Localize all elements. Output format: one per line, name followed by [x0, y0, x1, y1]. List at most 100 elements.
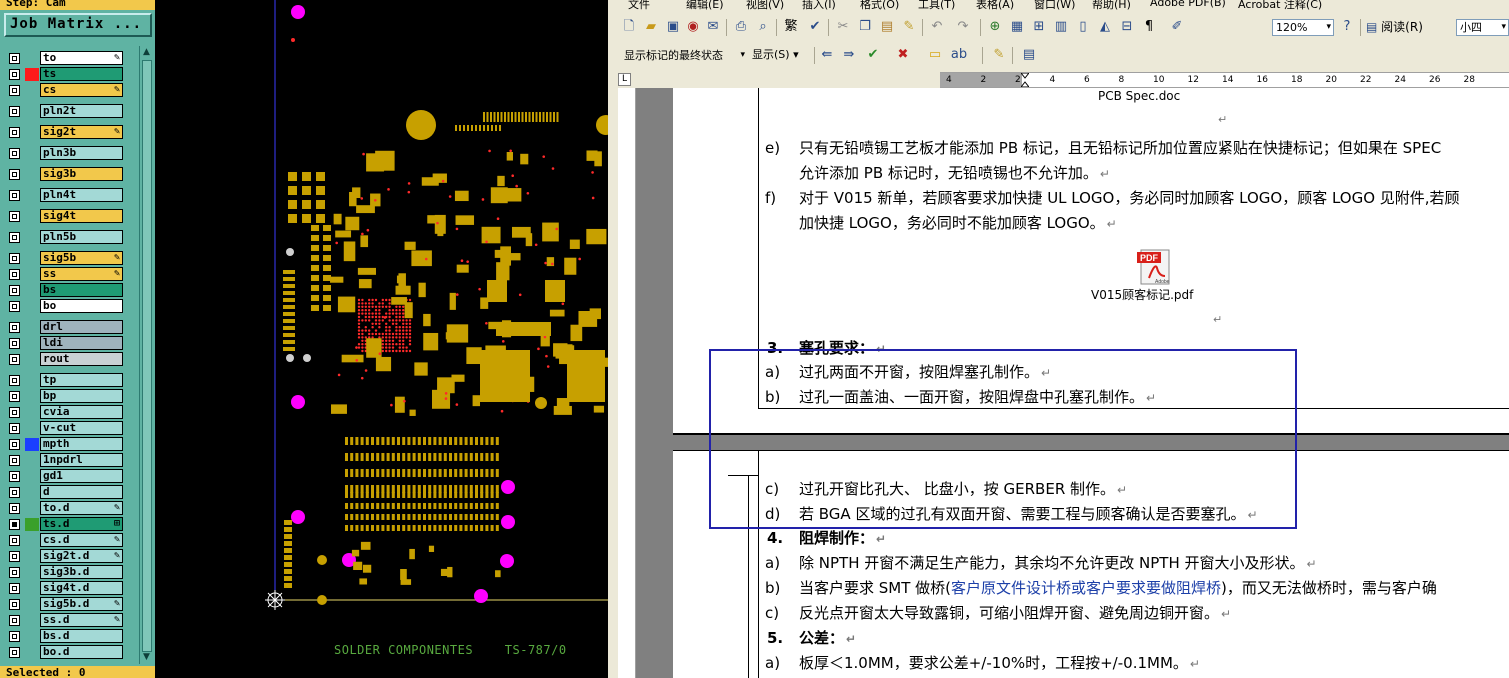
layer-row[interactable]: sig4t.d — [5, 581, 136, 596]
layer-color-swatch[interactable] — [25, 337, 39, 350]
layer-toggle-checkbox[interactable] — [9, 338, 20, 349]
menu-item[interactable]: 工具(T) — [918, 0, 955, 10]
layer-name[interactable]: gd1 — [40, 469, 123, 483]
layer-row[interactable]: cvia — [5, 405, 136, 420]
menu-item[interactable]: 格式(O) — [860, 0, 899, 10]
track-changes-icon[interactable]: ✎ — [990, 46, 1008, 64]
new-document-icon[interactable]: 🗋 — [620, 18, 638, 36]
layer-color-swatch[interactable] — [25, 105, 39, 118]
layer-color-swatch[interactable] — [25, 614, 39, 627]
layer-row[interactable]: pln5b — [5, 230, 136, 245]
layer-name[interactable]: to ✎ — [40, 51, 123, 65]
layer-color-swatch[interactable] — [25, 84, 39, 97]
layer-color-swatch[interactable] — [25, 210, 39, 223]
layer-name[interactable]: sig5b.d ✎ — [40, 597, 123, 611]
tab-selector[interactable]: L — [618, 73, 631, 86]
font-size-select[interactable]: 小四 ▾ — [1456, 19, 1509, 36]
email-icon[interactable]: ✉ — [704, 18, 722, 36]
layer-name[interactable]: sig4t.d — [40, 581, 123, 595]
format-painter-icon[interactable]: ✎ — [900, 18, 918, 36]
layer-color-swatch[interactable] — [25, 390, 39, 403]
layer-toggle-checkbox[interactable] — [9, 535, 20, 546]
layer-toggle-checkbox[interactable] — [9, 471, 20, 482]
layer-color-swatch[interactable] — [25, 550, 39, 563]
layer-toggle-checkbox[interactable] — [9, 375, 20, 386]
layer-row[interactable]: sig3b.d — [5, 565, 136, 580]
tables-borders-icon[interactable]: ▦ — [1008, 18, 1026, 36]
layer-row[interactable]: sig5b.d ✎ — [5, 597, 136, 612]
layer-toggle-checkbox[interactable] — [9, 599, 20, 610]
layer-color-swatch[interactable] — [25, 147, 39, 160]
layer-name[interactable]: pln2t — [40, 104, 123, 118]
traditional-chinese-icon[interactable]: 繁 — [782, 18, 800, 36]
layer-name[interactable]: ss ✎ — [40, 267, 123, 281]
layer-color-swatch[interactable] — [25, 68, 39, 81]
layer-row[interactable]: sig2t.d ✎ — [5, 549, 136, 564]
columns-icon[interactable]: ▯ — [1074, 18, 1092, 36]
menu-item[interactable]: Acrobat 注释(C) — [1238, 0, 1322, 10]
layer-color-swatch[interactable] — [25, 598, 39, 611]
layer-toggle-checkbox[interactable] — [9, 169, 20, 180]
layer-name[interactable]: sig4t — [40, 209, 123, 223]
layer-row[interactable]: tp — [5, 373, 136, 388]
layer-row[interactable]: pln3b — [5, 146, 136, 161]
layer-color-swatch[interactable] — [25, 470, 39, 483]
insert-table-icon[interactable]: ⊞ — [1030, 18, 1048, 36]
layer-color-swatch[interactable] — [25, 168, 39, 181]
layer-row[interactable]: cs ✎ — [5, 83, 136, 98]
job-matrix-button[interactable]: Job Matrix ... — [4, 13, 152, 37]
layer-name[interactable]: pln3b — [40, 146, 123, 160]
layer-name[interactable]: sig3b.d — [40, 565, 123, 579]
scroll-down-icon[interactable]: ▼ — [141, 651, 152, 663]
layer-color-swatch[interactable] — [25, 438, 39, 451]
menu-item[interactable]: Adobe PDF(B) — [1150, 0, 1226, 9]
layer-toggle-checkbox[interactable] — [9, 127, 20, 138]
layer-toggle-checkbox[interactable] — [9, 647, 20, 658]
layer-row[interactable]: cs.d ✎ — [5, 533, 136, 548]
layer-color-swatch[interactable] — [25, 486, 39, 499]
help-icon[interactable]: ? — [1338, 18, 1356, 36]
insert-excel-icon[interactable]: ▥ — [1052, 18, 1070, 36]
menu-item[interactable]: 窗口(W) — [1034, 0, 1075, 10]
layer-name[interactable]: drl — [40, 320, 123, 334]
layer-row[interactable]: ts.d ⊞ — [5, 517, 136, 532]
layer-row[interactable]: sig3b — [5, 167, 136, 182]
menu-item[interactable]: 文件 — [628, 0, 650, 10]
cut-icon[interactable]: ✂ — [834, 18, 852, 36]
layer-toggle-checkbox[interactable] — [9, 439, 20, 450]
layer-toggle-checkbox[interactable] — [9, 148, 20, 159]
layer-toggle-checkbox[interactable] — [9, 285, 20, 296]
layer-toggle-checkbox[interactable] — [9, 53, 20, 64]
layer-color-swatch[interactable] — [25, 284, 39, 297]
drawing-icon[interactable]: ◭ — [1096, 18, 1114, 36]
layer-name[interactable]: cs.d ✎ — [40, 533, 123, 547]
layer-name[interactable]: tp — [40, 373, 123, 387]
layer-toggle-checkbox[interactable] — [9, 583, 20, 594]
save-icon[interactable]: ▣ — [664, 18, 682, 36]
layer-color-swatch[interactable] — [25, 630, 39, 643]
layer-row[interactable]: 1npdrl — [5, 453, 136, 468]
layer-color-swatch[interactable] — [25, 353, 39, 366]
layer-name[interactable]: sig2t ✎ — [40, 125, 123, 139]
layer-name[interactable]: to.d ✎ — [40, 501, 123, 515]
layer-color-swatch[interactable] — [25, 566, 39, 579]
layer-row[interactable]: sig4t — [5, 209, 136, 224]
print-preview-icon[interactable]: ⌕ — [754, 18, 772, 36]
layer-toggle-checkbox[interactable] — [9, 322, 20, 333]
highlight-icon[interactable]: ab — [950, 46, 968, 64]
menu-item[interactable]: 帮助(H) — [1092, 0, 1131, 10]
document-map-icon[interactable]: ⊟ — [1118, 18, 1136, 36]
layer-toggle-checkbox[interactable] — [9, 423, 20, 434]
layer-row[interactable]: ss.d ✎ — [5, 613, 136, 628]
print-icon[interactable]: ⎙ — [732, 18, 750, 36]
layer-toggle-checkbox[interactable] — [9, 615, 20, 626]
layer-color-swatch[interactable] — [25, 518, 39, 531]
layer-toggle-checkbox[interactable] — [9, 301, 20, 312]
reviewing-pane-icon[interactable]: ▤ — [1020, 46, 1038, 64]
layer-name[interactable]: pln4t — [40, 188, 123, 202]
hyperlink-icon[interactable]: ⊕ — [986, 18, 1004, 36]
menu-item[interactable]: 表格(A) — [976, 0, 1014, 10]
layer-name[interactable]: bp — [40, 389, 123, 403]
layer-row[interactable]: d — [5, 485, 136, 500]
layer-toggle-checkbox[interactable] — [9, 567, 20, 578]
